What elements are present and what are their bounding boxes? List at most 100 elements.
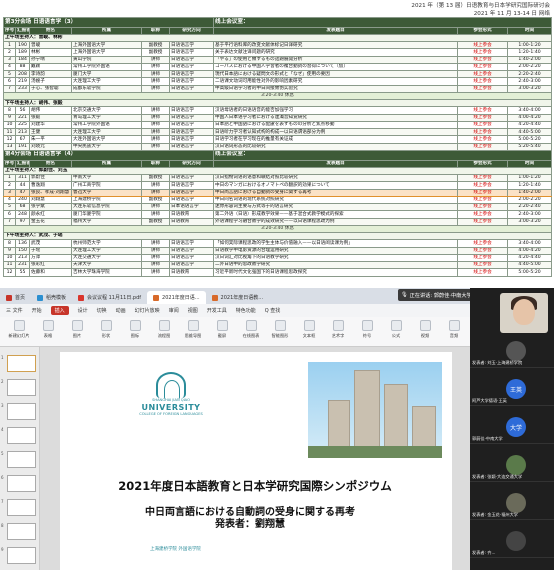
toolbar-icon (187, 320, 199, 331)
table-cell: 日语语言学 (168, 106, 215, 115)
table-cell: 1:00-1:20 (507, 173, 553, 183)
slide-thumbnail[interactable] (7, 547, 36, 564)
slide-thumbnail[interactable] (7, 379, 36, 396)
table-cell: 讲师 (141, 260, 170, 270)
table-cell: 日语语言学 (168, 70, 215, 79)
ribbon-label: 形状 (101, 333, 111, 338)
speaker-video (500, 293, 548, 333)
menu-item[interactable]: 设计 (78, 307, 88, 314)
table-cell: 二外日语中的思政教学研究 (213, 260, 459, 270)
ribbon-button[interactable]: 新建幻灯片 (4, 320, 34, 339)
participant-tile[interactable]: 大学 郭蔚佳·中南大学 (470, 414, 554, 444)
participant-tile[interactable]: 王英 阿芦大学德语·王英 (470, 376, 554, 406)
ribbon-button[interactable]: 图片 (62, 320, 92, 339)
slide-thumbnail[interactable] (7, 403, 36, 420)
tab-0[interactable]: 首页 (0, 291, 32, 304)
ribbon-button[interactable]: 视频 (410, 320, 440, 339)
menu-item[interactable]: 幻灯片放映 (135, 307, 160, 314)
table-cell: 金玉花 (29, 217, 72, 226)
table-cell: 线上参会 (457, 70, 509, 79)
ribbon-button[interactable]: 符号 (352, 320, 382, 339)
table-cell: 线上参会 (457, 128, 509, 137)
toolbar-icon (42, 320, 54, 331)
table-cell: 大连东软信息学院 (71, 202, 142, 212)
participant-tile[interactable]: 发表者: 齐... (470, 528, 554, 558)
table-cell: 221 (15, 113, 30, 122)
table-cell: 311 (15, 173, 30, 183)
table-cell: 张学斌 (29, 202, 72, 212)
ribbon-button[interactable]: 艺术字 (323, 320, 353, 339)
ribbon-button[interactable]: 智能图形 (265, 320, 295, 339)
participant-tile[interactable]: 发表者: 刘玉·上海建桥学院 (470, 338, 554, 368)
table-cell: 日语语言学 (168, 48, 215, 57)
tab-3[interactable]: 2021年度日语... (147, 291, 206, 304)
slide-subtitle-presenter: 発表者：劉翔慧 (215, 519, 285, 530)
table-cell: 8 (3, 106, 16, 115)
table-row: 5 208 李诗韵 厦门大学 讲师 日语语言学 現代日本語における疑問文の形式と「なぜ」使用… (3, 70, 553, 79)
menu-item[interactable]: 三 文件 (6, 307, 23, 314)
slide-thumbnail[interactable] (7, 355, 36, 372)
menu-item[interactable]: 切换 (97, 307, 107, 314)
table-cell: 黄山学院 (71, 55, 142, 64)
table-cell: 大连理工大学 (71, 246, 142, 255)
table-cell: 杭州师范大学 (71, 239, 142, 248)
ribbon-button[interactable]: 图标 (120, 320, 150, 339)
toolbar-icon (129, 320, 141, 331)
avatar (506, 455, 526, 475)
table-row: 2 44 曹逸翔 广州工商学院 讲师 日语语言学 中日のマンガにおけるオノマトペの翻訳的効果… (3, 181, 553, 190)
table-row: 3 47 张良、孝成·刘翔慧 鲁迅大学 讲师 日语语言学 中日両言語における自動詞の受身に関… (3, 188, 553, 197)
document-icon (78, 294, 85, 301)
table-cell: 3:40-4:00 (507, 106, 553, 115)
ribbon-button[interactable]: 思维导图 (178, 320, 208, 339)
slide-thumbnail[interactable] (7, 451, 36, 468)
ribbon-button[interactable]: 公式 (381, 320, 411, 339)
participant-tile[interactable]: 发表者: 金玉花·福州大学 (470, 490, 554, 520)
table-cell: 日语语言学 (168, 120, 215, 130)
table-cell: 「如何実际课程思政的学生主体与价值融入——以日语阅读课为例」 (213, 239, 459, 248)
ribbon-button[interactable]: 截屏 (207, 320, 237, 339)
slide-thumbnail[interactable] (7, 427, 36, 444)
menu-item[interactable]: 开发工具 (207, 307, 227, 314)
menu-item[interactable]: 审阅 (169, 307, 179, 314)
tab-4[interactable]: 2021年度日语教... (205, 291, 270, 304)
slide-thumbnail[interactable] (7, 475, 36, 492)
ribbon-button[interactable]: 音频 (439, 320, 469, 339)
toolbar-icon (274, 320, 286, 331)
menu-item[interactable]: 开始 (32, 307, 42, 314)
tab-2[interactable]: 会议议程 11月11日.pdf (72, 291, 148, 304)
table-cell: 3:00-3:20 (507, 84, 553, 93)
table-cell: 6 (3, 210, 16, 219)
table-cell: 讲师 (141, 84, 170, 93)
menu-item[interactable]: 视图 (188, 307, 198, 314)
ribbon-button[interactable]: 文本框 (294, 320, 324, 339)
table-cell: 副教授 (141, 217, 170, 226)
table-cell: 5:00-5:20 (507, 268, 553, 277)
table-cell: 线上参会 (457, 195, 509, 205)
table-cell: 55 (15, 268, 30, 277)
table-cell: 汤嫂子 (29, 77, 72, 86)
table-cell: 上海建桥学院 (71, 195, 142, 205)
tab-label: 会议议程 11月11日.pdf (87, 295, 142, 301)
menu-item[interactable]: Q 查找 (265, 307, 281, 314)
ribbon-button[interactable]: 形状 (91, 320, 121, 339)
participant-tile[interactable]: 发表者: 张颖·大连交通大学 (470, 452, 554, 482)
table-cell: 2:40-3:00 (507, 210, 553, 219)
table-cell: 汉日词汇对比视角下的日语教学研究 (213, 253, 459, 263)
ribbon-button[interactable]: 流程图 (149, 320, 179, 339)
column-header: 参会形式 (457, 159, 509, 168)
table-cell: 現代日本語における疑問文の形式と「なぜ」使用の要因 (213, 70, 459, 79)
ribbon-button[interactable]: 表格 (33, 320, 63, 339)
slide-thumbnail[interactable] (7, 499, 36, 516)
table-cell: 248 (15, 210, 30, 219)
menu-item[interactable]: 插入 (50, 306, 69, 315)
presentation-slide[interactable]: SHANGHAI JIAN QIAO UNIVERSITY COLLEGE OF… (60, 352, 452, 570)
menu-item[interactable]: 动画 (116, 307, 126, 314)
table-cell: 习近平新时代文化强国下的日语课程思政探究 (213, 268, 459, 277)
ribbon-button[interactable]: 在线图表 (236, 320, 266, 339)
tab-1[interactable]: 稻壳模板 (31, 291, 73, 304)
slide-thumbnail[interactable] (7, 523, 36, 540)
table-cell: 191 (15, 142, 30, 151)
table-cell: 第二外语（日语）形成教学效果——基于混合式教学模式的探索 (213, 210, 459, 219)
table-cell: 3:00-3:20 (507, 217, 553, 226)
menu-item[interactable]: 特色功能 (236, 307, 256, 314)
